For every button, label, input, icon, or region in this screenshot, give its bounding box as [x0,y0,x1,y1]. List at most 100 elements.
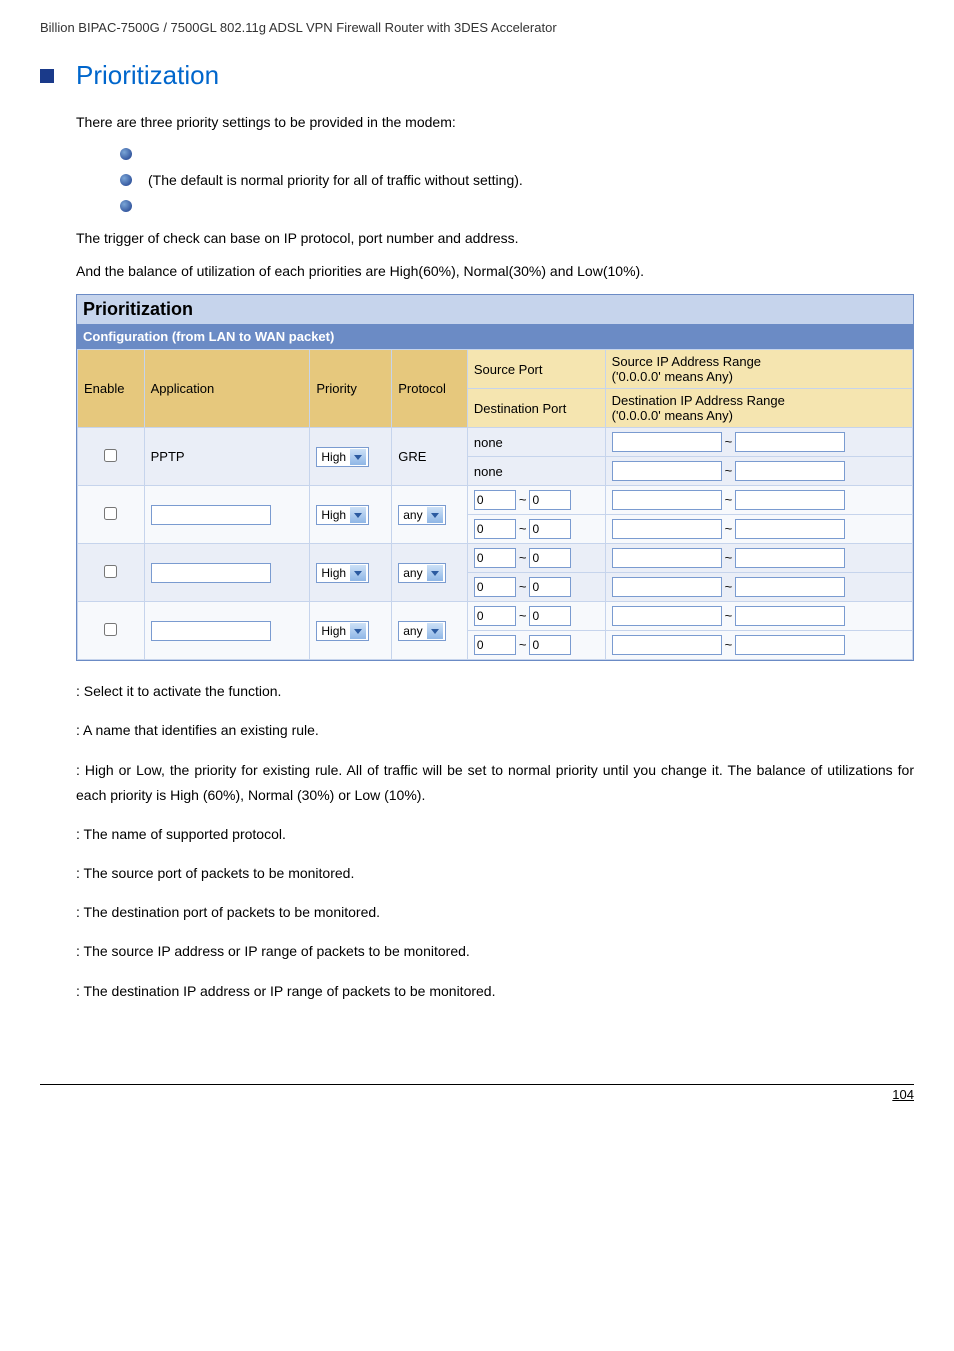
tilde-separator: ~ [516,521,530,536]
priority-select[interactable]: High [316,563,369,583]
dest-port-to-input[interactable] [529,519,571,539]
dest-ip-from-input[interactable] [612,461,722,481]
enable-checkbox[interactable] [104,623,117,636]
def-dest-port: : The destination port of packets to be … [76,900,914,925]
source-ip-from-input[interactable] [612,432,722,452]
protocol-select[interactable]: any [398,621,445,641]
dest-ip-to-input[interactable] [735,577,845,597]
tilde-separator: ~ [722,637,736,652]
panel-title: Prioritization [77,295,913,324]
tilde-separator: ~ [516,579,530,594]
def-source-ip: : The source IP address or IP range of p… [76,939,914,964]
source-port-to-input[interactable] [529,606,571,626]
tilde-separator: ~ [722,492,736,507]
chevron-down-icon [350,507,366,523]
application-input[interactable] [151,505,271,525]
bullet-icon [120,174,132,186]
col-dest-port: Destination Port [467,389,605,428]
source-port-to-input[interactable] [529,490,571,510]
chevron-down-icon [427,623,443,639]
dest-ip-from-input[interactable] [612,635,722,655]
chevron-down-icon [350,565,366,581]
tilde-separator: ~ [516,637,530,652]
tilde-separator: ~ [722,550,736,565]
enable-checkbox[interactable] [104,565,117,578]
dest-port-to-input[interactable] [529,577,571,597]
priority-select[interactable]: High [316,621,369,641]
enable-checkbox[interactable] [104,507,117,520]
dest-ip-from-input[interactable] [612,577,722,597]
paragraph-balance: And the balance of utilization of each p… [76,260,914,282]
source-port-from-input[interactable] [474,548,516,568]
col-priority: Priority [310,350,392,428]
table-row: High any ~ ~ [78,602,913,631]
table-row: PPTP High GRE none ~ [78,428,913,457]
source-port-from-input[interactable] [474,490,516,510]
dest-port-from-input[interactable] [474,635,516,655]
section-title: Prioritization [76,60,219,91]
def-dest-ip: : The destination IP address or IP range… [76,979,914,1004]
dest-ip-to-input[interactable] [735,519,845,539]
dest-ip-to-input[interactable] [735,461,845,481]
col-application: Application [144,350,310,428]
bullet-low [120,197,914,215]
tilde-separator: ~ [722,608,736,623]
chevron-down-icon [427,565,443,581]
dest-ip-from-input[interactable] [612,519,722,539]
source-ip-to-input[interactable] [735,606,845,626]
tilde-separator: ~ [722,579,736,594]
definitions-block: : Select it to activate the function. : … [76,679,914,1004]
tilde-separator: ~ [516,550,530,565]
panel-subtitle: Configuration (from LAN to WAN packet) [77,324,913,349]
dest-port-cell: none [467,457,605,486]
source-ip-to-input[interactable] [735,432,845,452]
protocol-select[interactable]: any [398,505,445,525]
table-row: High any ~ ~ [78,486,913,515]
application-input[interactable] [151,563,271,583]
tilde-separator: ~ [516,608,530,623]
col-protocol: Protocol [392,350,468,428]
tilde-separator: ~ [516,492,530,507]
doc-header: Billion BIPAC-7500G / 7500GL 802.11g ADS… [40,20,914,35]
col-source-ip: Source IP Address Range ('0.0.0.0' means… [605,350,912,389]
col-source-port: Source Port [467,350,605,389]
bullet-icon [120,148,132,160]
source-ip-to-input[interactable] [735,548,845,568]
chevron-down-icon [350,623,366,639]
bullet-icon [120,200,132,212]
priority-select[interactable]: High [316,505,369,525]
priority-select[interactable]: High [316,447,369,467]
prioritization-panel: Prioritization Configuration (from LAN t… [76,294,914,661]
col-enable: Enable [78,350,145,428]
dest-ip-to-input[interactable] [735,635,845,655]
protocol-cell: GRE [392,428,468,486]
source-ip-from-input[interactable] [612,548,722,568]
tilde-separator: ~ [722,463,736,478]
table-row: High any ~ ~ [78,544,913,573]
enable-checkbox[interactable] [104,449,117,462]
dest-port-from-input[interactable] [474,519,516,539]
source-ip-to-input[interactable] [735,490,845,510]
source-ip-from-input[interactable] [612,490,722,510]
tilde-separator: ~ [722,434,736,449]
def-protocol: : The name of supported protocol. [76,822,914,847]
bullet-normal: (The default is normal priority for all … [120,171,914,189]
source-ip-from-input[interactable] [612,606,722,626]
dest-port-to-input[interactable] [529,635,571,655]
tilde-separator: ~ [722,521,736,536]
def-enable: : Select it to activate the function. [76,679,914,704]
def-source-port: : The source port of packets to be monit… [76,861,914,886]
dest-port-from-input[interactable] [474,577,516,597]
chevron-down-icon [350,449,366,465]
def-priority: : High or Low, the priority for existing… [76,758,914,808]
application-cell: PPTP [144,428,310,486]
source-port-from-input[interactable] [474,606,516,626]
application-input[interactable] [151,621,271,641]
bullet-text: (The default is normal priority for all … [148,172,523,188]
source-port-to-input[interactable] [529,548,571,568]
section-bullet-icon [40,69,54,83]
page-number: 104 [40,1084,914,1102]
intro-text: There are three priority settings to be … [76,111,914,133]
def-application: : A name that identifies an existing rul… [76,718,914,743]
protocol-select[interactable]: any [398,563,445,583]
